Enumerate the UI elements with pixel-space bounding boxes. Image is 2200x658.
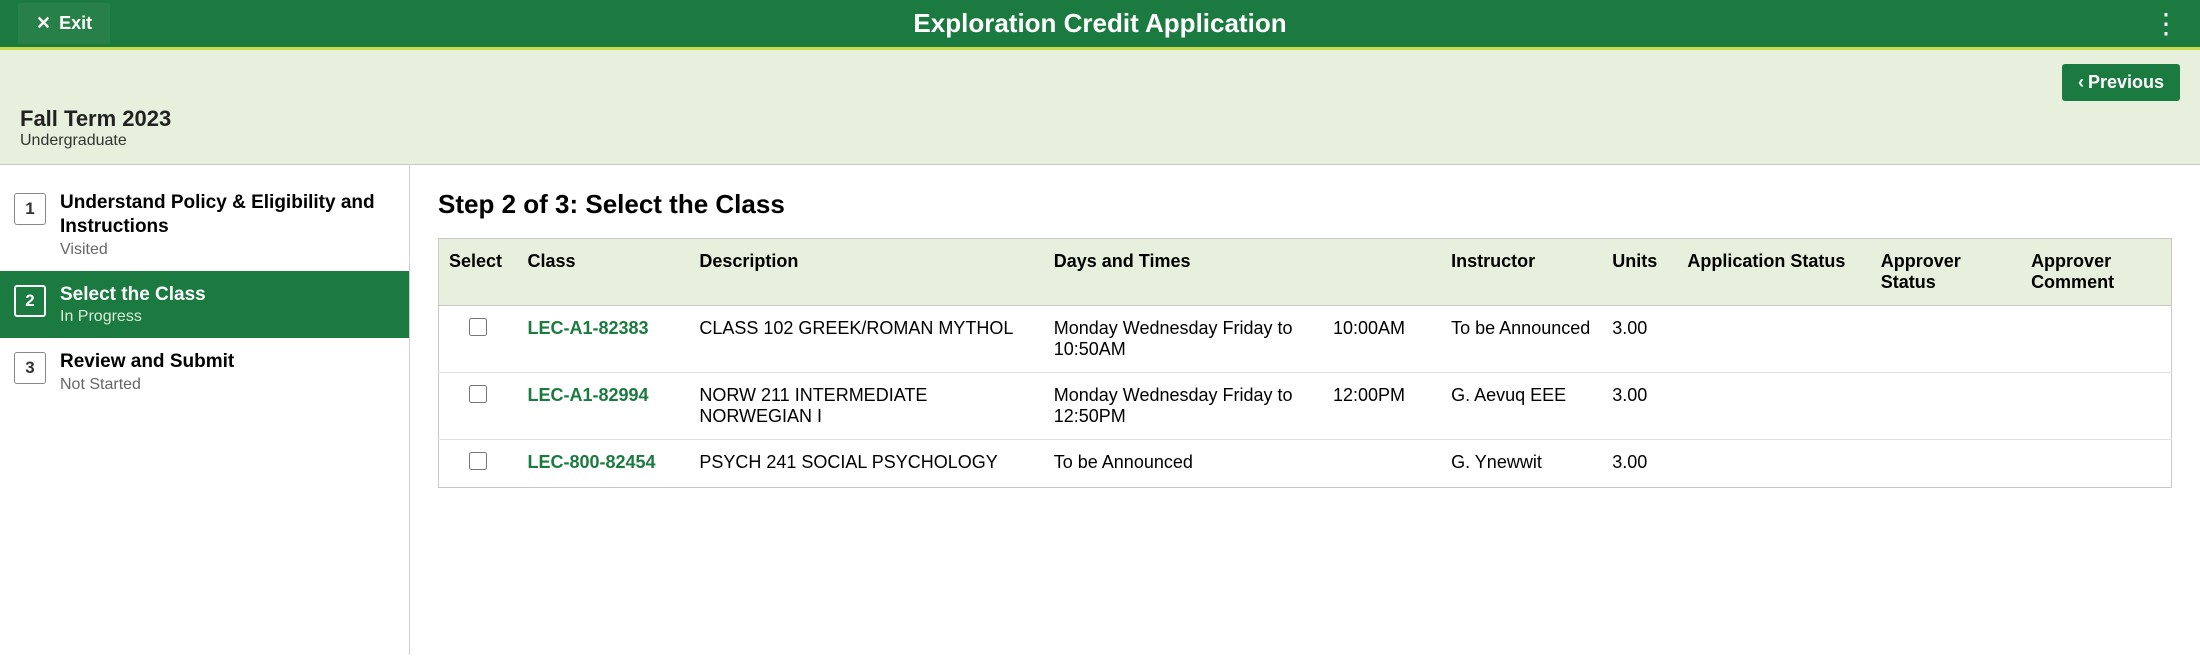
previous-button[interactable]: ‹ Previous <box>2062 64 2180 101</box>
cell-app-status <box>1677 373 1870 440</box>
col-instructor: Instructor <box>1441 239 1602 306</box>
cell-units: 3.00 <box>1602 440 1677 488</box>
term-title: Fall Term 2023 <box>20 106 171 132</box>
cell-days: To be Announced <box>1044 440 1323 488</box>
step-title: Understand Policy & Eligibility and Inst… <box>60 191 395 239</box>
step-text: Review and Submit Not Started <box>60 350 234 394</box>
step-title: Review and Submit <box>60 350 234 374</box>
close-icon: ✕ <box>36 13 51 34</box>
content-heading: Step 2 of 3: Select the Class <box>438 189 2172 220</box>
step-sidebar: 1 Understand Policy & Eligibility and In… <box>0 165 410 655</box>
cell-days: Monday Wednesday Friday to 10:50AM <box>1044 306 1323 373</box>
cell-time: 12:00PM <box>1323 373 1441 440</box>
col-class: Class <box>517 239 689 306</box>
class-link[interactable]: LEC-A1-82383 <box>527 318 648 338</box>
step-badge: 2 <box>14 285 46 317</box>
cell-approver-comment <box>2021 440 2171 488</box>
col-select: Select <box>439 239 518 306</box>
cell-approver-status <box>1871 373 2021 440</box>
col-approver-status: Approver Status <box>1871 239 2021 306</box>
col-days-times: Days and Times <box>1044 239 1441 306</box>
col-description: Description <box>689 239 1043 306</box>
cell-instructor: To be Announced <box>1441 306 1602 373</box>
previous-label: Previous <box>2088 72 2164 93</box>
exit-button[interactable]: ✕ Exit <box>18 3 110 44</box>
cell-app-status <box>1677 440 1870 488</box>
step-3[interactable]: 3 Review and Submit Not Started <box>0 338 409 406</box>
chevron-left-icon: ‹ <box>2078 72 2084 93</box>
table-row: LEC-A1-82994 NORW 211 INTERMEDIATE NORWE… <box>439 373 2172 440</box>
cell-instructor: G. Aevuq EEE <box>1441 373 1602 440</box>
step-title: Select the Class <box>60 283 206 307</box>
cell-description: PSYCH 241 SOCIAL PSYCHOLOGY <box>689 440 1043 488</box>
page-title: Exploration Credit Application <box>913 8 1286 39</box>
select-checkbox[interactable] <box>469 452 487 470</box>
step-text: Understand Policy & Eligibility and Inst… <box>60 191 395 259</box>
table-row: LEC-800-82454 PSYCH 241 SOCIAL PSYCHOLOG… <box>439 440 2172 488</box>
content-area: Step 2 of 3: Select the Class Select Cla… <box>410 165 2200 655</box>
class-link[interactable]: LEC-A1-82994 <box>527 385 648 405</box>
cell-units: 3.00 <box>1602 306 1677 373</box>
top-bar: ✕ Exit Exploration Credit Application ⋮ <box>0 0 2200 50</box>
sub-header: ‹ Previous Fall Term 2023 Undergraduate <box>0 50 2200 165</box>
step-status: Visited <box>60 241 395 259</box>
cell-description: CLASS 102 GREEK/ROMAN MYTHOL <box>689 306 1043 373</box>
select-checkbox[interactable] <box>469 318 487 336</box>
more-menu-button[interactable]: ⋮ <box>2152 10 2180 38</box>
term-level: Undergraduate <box>20 132 171 150</box>
cell-time: 10:00AM <box>1323 306 1441 373</box>
step-badge: 1 <box>14 193 46 225</box>
cell-approver-comment <box>2021 373 2171 440</box>
col-units: Units <box>1602 239 1677 306</box>
cell-approver-status <box>1871 306 2021 373</box>
class-link[interactable]: LEC-800-82454 <box>527 452 655 472</box>
step-badge: 3 <box>14 352 46 384</box>
table-header-row: Select Class Description Days and Times … <box>439 239 2172 306</box>
step-text: Select the Class In Progress <box>60 283 206 327</box>
table-row: LEC-A1-82383 CLASS 102 GREEK/ROMAN MYTHO… <box>439 306 2172 373</box>
cell-time <box>1323 440 1441 488</box>
cell-app-status <box>1677 306 1870 373</box>
cell-approver-comment <box>2021 306 2171 373</box>
col-app-status: Application Status <box>1677 239 1870 306</box>
cell-days: Monday Wednesday Friday to 12:50PM <box>1044 373 1323 440</box>
class-table: Select Class Description Days and Times … <box>438 238 2172 488</box>
col-approver-comment: Approver Comment <box>2021 239 2171 306</box>
step-status: Not Started <box>60 376 234 394</box>
term-block: Fall Term 2023 Undergraduate <box>20 106 171 150</box>
cell-units: 3.00 <box>1602 373 1677 440</box>
select-checkbox[interactable] <box>469 385 487 403</box>
cell-approver-status <box>1871 440 2021 488</box>
kebab-icon: ⋮ <box>2152 8 2180 39</box>
cell-instructor: G. Ynewwit <box>1441 440 1602 488</box>
step-2[interactable]: 2 Select the Class In Progress <box>0 271 409 339</box>
exit-label: Exit <box>59 13 92 34</box>
step-1[interactable]: 1 Understand Policy & Eligibility and In… <box>0 179 409 271</box>
main-area: 1 Understand Policy & Eligibility and In… <box>0 165 2200 655</box>
cell-description: NORW 211 INTERMEDIATE NORWEGIAN I <box>689 373 1043 440</box>
step-status: In Progress <box>60 308 206 326</box>
